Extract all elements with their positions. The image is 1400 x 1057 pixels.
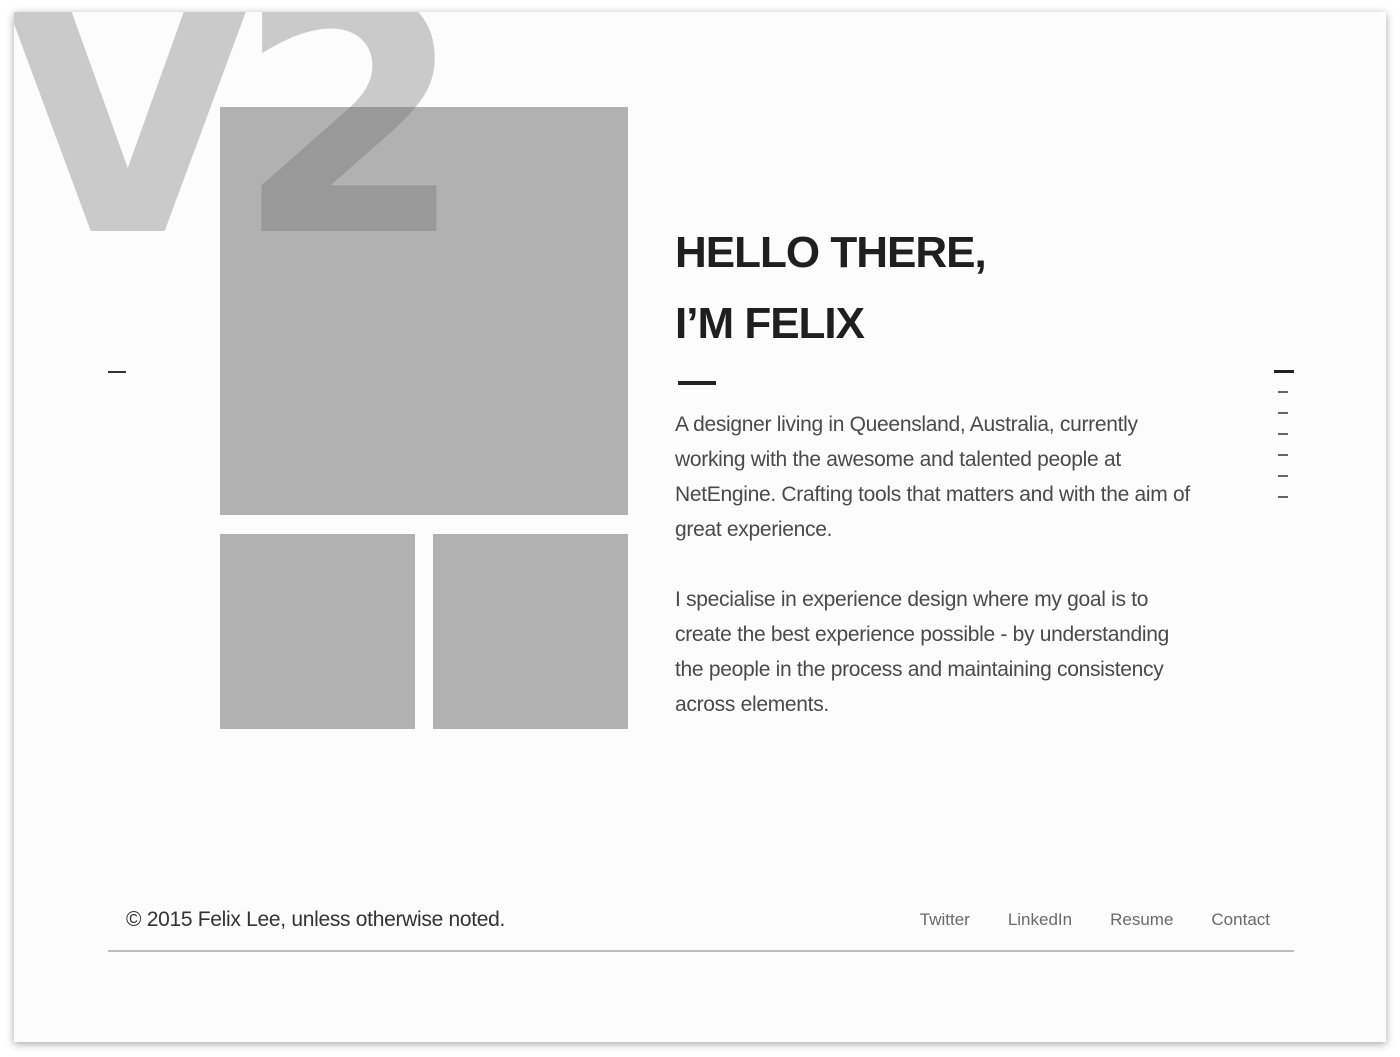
portfolio-image-large[interactable] [220,107,628,515]
footer: © 2015 Felix Lee, unless otherwise noted… [108,905,1294,952]
pager-dash-4[interactable] [1278,433,1288,435]
specialty-paragraph: I specialise in experience design where … [675,588,1169,716]
headline-line-1: HELLO THERE, [675,228,987,277]
footer-link-resume[interactable]: Resume [1110,910,1173,930]
left-dash-marker [108,371,126,373]
intro-paragraph: A designer living in Queensland, Austral… [675,413,1190,541]
headline-divider [678,381,716,385]
pager-dash-3[interactable] [1278,412,1288,414]
footer-link-linkedin[interactable]: LinkedIn [1008,910,1072,930]
pager-dash-6[interactable] [1278,475,1288,477]
hero-headline: HELLO THERE, I’M FELIX [675,217,1195,359]
hero-content: HELLO THERE, I’M FELIX A designer living… [675,217,1195,722]
pager-dash-5[interactable] [1278,454,1288,456]
pager-dash-1[interactable] [1274,370,1294,373]
portfolio-image-small-left[interactable] [220,534,415,729]
pager-dash-7[interactable] [1278,496,1288,498]
copyright-text: © 2015 Felix Lee, unless otherwise noted… [126,908,506,931]
footer-link-twitter[interactable]: Twitter [920,910,970,930]
page: V2 HELLO THERE, I’M FELIX A designer liv… [14,12,1386,1042]
section-pager [1272,370,1296,517]
portfolio-image-small-right[interactable] [433,534,628,729]
headline-line-2: I’M FELIX [675,299,865,348]
footer-nav: Twitter LinkedIn Resume Contact [920,910,1270,930]
footer-link-contact[interactable]: Contact [1211,910,1270,930]
pager-dash-2[interactable] [1278,391,1288,393]
